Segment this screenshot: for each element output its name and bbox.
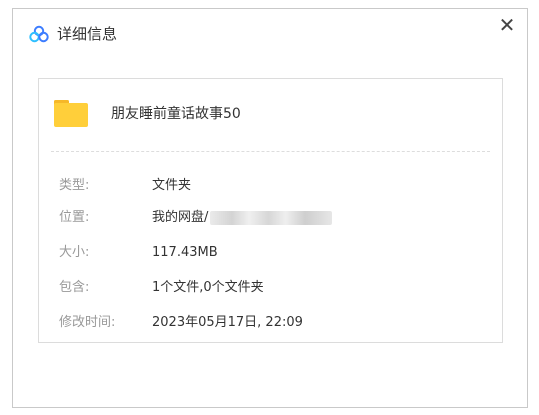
detail-row-contains: 包含: 1个文件,0个文件夹 [39, 277, 502, 299]
details-dialog: 详细信息 ✕ 朋友睡前童话故事50 类型: 文件夹 位置: 我的网盘/ 大小: … [12, 8, 528, 408]
file-header: 朋友睡前童话故事50 [39, 79, 502, 151]
detail-row-type: 类型: 文件夹 [39, 175, 502, 197]
modified-label: 修改时间: [59, 315, 116, 330]
close-button[interactable]: ✕ [495, 13, 519, 37]
file-name: 朋友睡前童话故事50 [111, 106, 241, 122]
type-value: 文件夹 [152, 178, 192, 193]
size-value: 117.43MB [152, 245, 218, 260]
location-value[interactable]: 我的网盘/ [152, 210, 208, 225]
modified-value: 2023年05月17日, 22:09 [152, 315, 303, 330]
dialog-header: 详细信息 ✕ [13, 9, 527, 59]
contains-value: 1个文件,0个文件夹 [152, 280, 264, 295]
size-label: 大小: [59, 245, 90, 260]
app-logo-icon [29, 25, 49, 43]
folder-icon [54, 100, 88, 127]
blurred-path [210, 210, 333, 225]
divider [51, 151, 490, 152]
detail-row-modified: 修改时间: 2023年05月17日, 22:09 [39, 312, 502, 334]
dialog-title: 详细信息 [57, 25, 118, 43]
detail-row-size: 大小: 117.43MB [39, 242, 502, 264]
location-label: 位置: [59, 210, 90, 225]
file-info-card: 朋友睡前童话故事50 类型: 文件夹 位置: 我的网盘/ 大小: 117.43M… [38, 78, 503, 343]
type-label: 类型: [59, 178, 90, 193]
contains-label: 包含: [59, 280, 90, 295]
location-value-wrapper: 我的网盘/ [152, 207, 333, 229]
detail-row-location: 位置: 我的网盘/ [39, 207, 502, 229]
